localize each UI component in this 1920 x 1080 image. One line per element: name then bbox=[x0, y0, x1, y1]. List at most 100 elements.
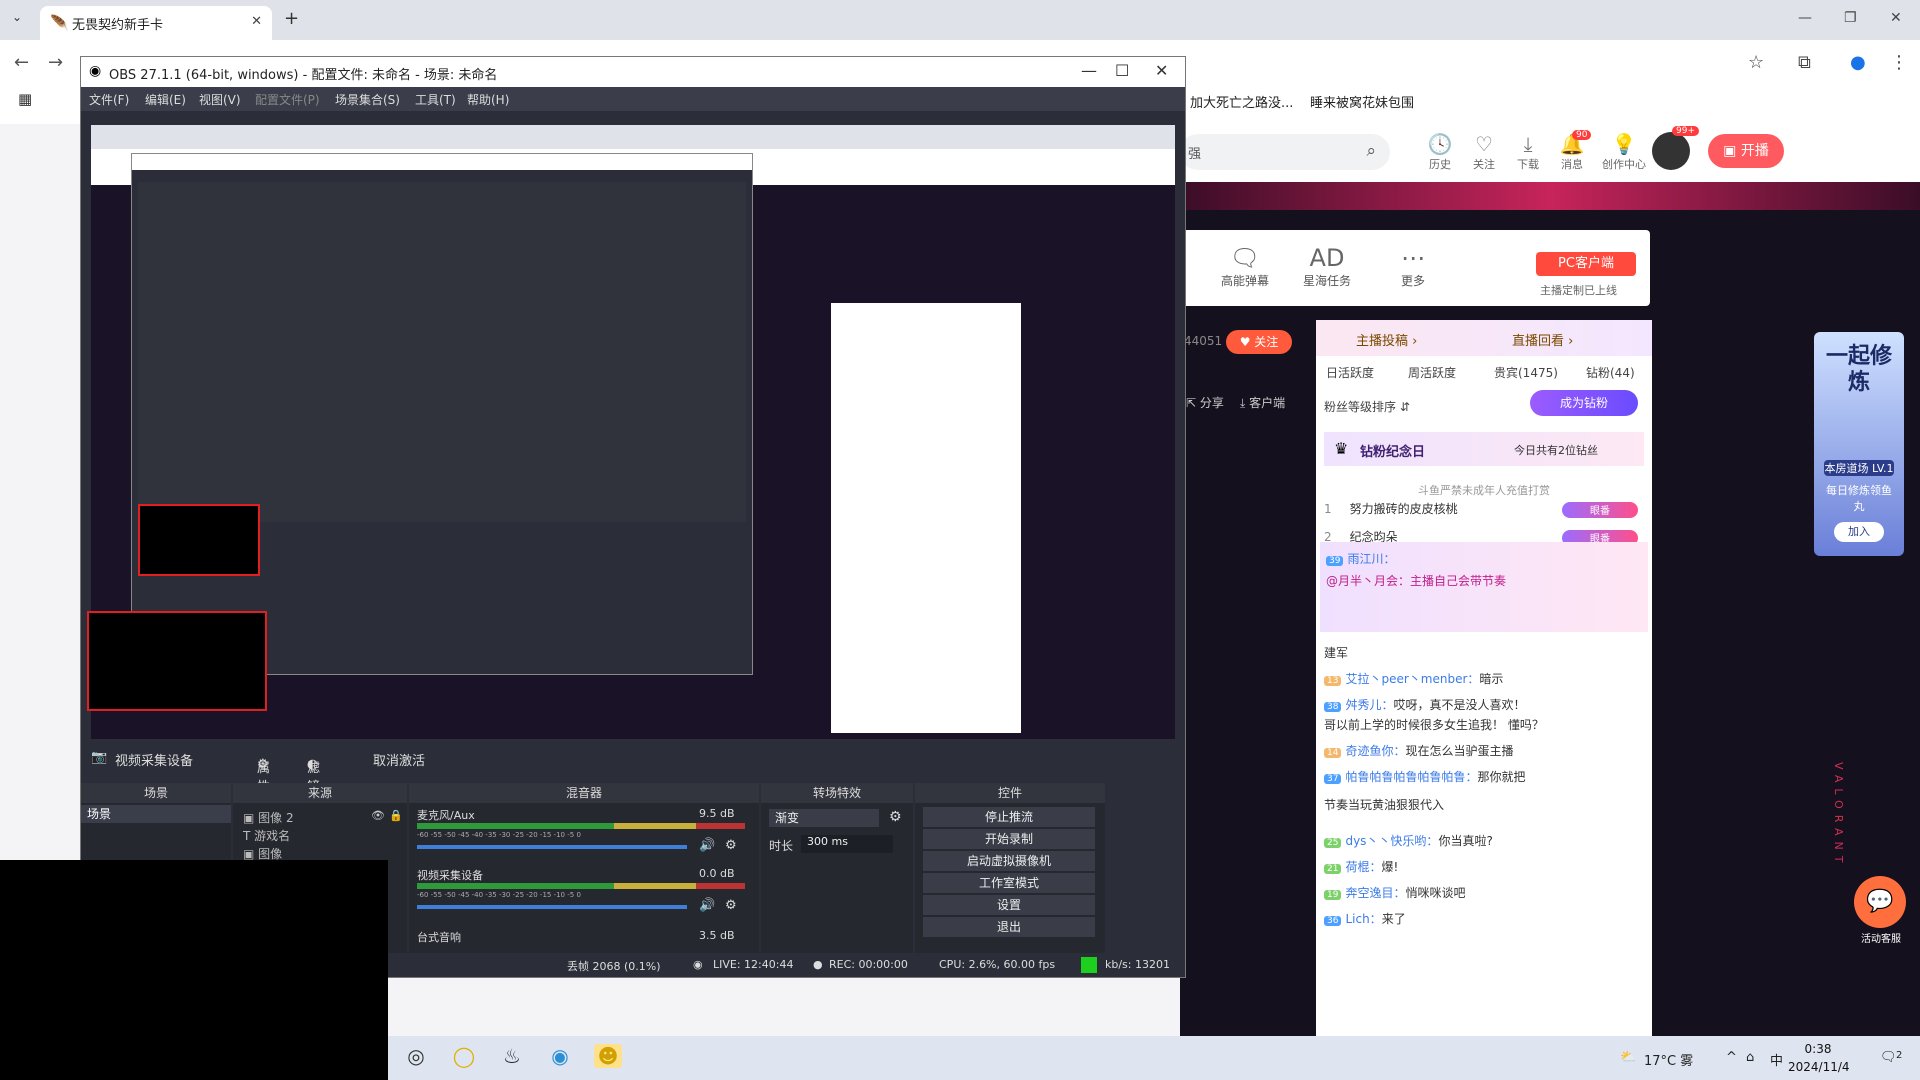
header-history[interactable]: 🕓 历史 bbox=[1420, 132, 1460, 172]
menu-edit[interactable]: 编辑(E) bbox=[145, 91, 186, 108]
source-item[interactable]: T 游戏名 bbox=[243, 827, 290, 844]
search-input[interactable]: 强 bbox=[1188, 143, 1201, 162]
bookmark-star-icon[interactable]: ☆ bbox=[1748, 52, 1764, 73]
tab-diamond[interactable]: 钻粉(44) bbox=[1586, 364, 1635, 381]
speaker-icon[interactable]: 🔊 bbox=[699, 898, 715, 913]
obs-title: OBS 27.1.1 (64-bit, windows) - 配置文件: 未命名… bbox=[109, 68, 498, 83]
lock-icon[interactable]: 🔒 bbox=[389, 809, 403, 822]
start-recording-button[interactable]: 开始录制 bbox=[923, 829, 1095, 849]
chat-user[interactable]: 艾拉丶peer丶menber： bbox=[1345, 672, 1479, 686]
share-button[interactable]: ⇱ 分享 bbox=[1186, 394, 1224, 411]
menu-file[interactable]: 文件(F) bbox=[89, 91, 129, 108]
browser-tab[interactable]: 🪶 无畏契约新手卡 ✕ bbox=[40, 6, 272, 40]
cultivate-promo[interactable]: 一起修炼 本房道场 LV.1 每日修炼领鱼丸 加入 bbox=[1814, 332, 1904, 556]
obs-taskbar-icon[interactable]: ◎ bbox=[402, 1044, 430, 1068]
settings-button[interactable]: 设置 bbox=[923, 895, 1095, 915]
scene-item[interactable]: 场景 bbox=[81, 805, 231, 823]
visibility-eye-icon[interactable]: 👁 bbox=[371, 809, 385, 822]
obs-maximize-icon[interactable]: ☐ bbox=[1115, 61, 1129, 80]
more-tool[interactable]: ⋯ 更多 bbox=[1378, 244, 1448, 289]
avatar[interactable] bbox=[1652, 132, 1690, 170]
chat-user[interactable]: 奇迹鱼你： bbox=[1345, 744, 1405, 758]
customer-service-button[interactable]: 💬 bbox=[1854, 876, 1906, 928]
chat-user[interactable]: 荷棍： bbox=[1345, 860, 1381, 874]
obs-preview[interactable] bbox=[87, 125, 1175, 739]
chat-user[interactable]: 帕鲁帕鲁帕鲁帕鲁帕鲁： bbox=[1345, 770, 1477, 784]
menu-profile[interactable]: 配置文件(P) bbox=[255, 91, 320, 108]
fan-sort[interactable]: 粉丝等级排序 ⇵ bbox=[1324, 398, 1410, 415]
tab-close-icon[interactable]: ✕ bbox=[251, 14, 262, 29]
gear-icon[interactable]: ⚙ bbox=[889, 809, 902, 825]
weather-icon[interactable]: ⛅ bbox=[1620, 1050, 1636, 1065]
tab-search-icon[interactable]: ⌄ bbox=[12, 10, 22, 24]
clock[interactable]: 0:38 2024/11/4 bbox=[1788, 1040, 1850, 1076]
forward-icon[interactable]: → bbox=[48, 52, 63, 73]
chat-user[interactable]: 舛秀儿： bbox=[1345, 698, 1393, 712]
obs-minimize-icon[interactable]: — bbox=[1081, 61, 1097, 80]
ime-indicator[interactable]: 中 bbox=[1770, 1050, 1783, 1069]
extensions-icon[interactable]: ⧉ bbox=[1798, 52, 1811, 73]
menu-tools[interactable]: 工具(T) bbox=[415, 91, 456, 108]
network-icon[interactable]: ⌂ bbox=[1746, 1050, 1754, 1065]
promo-join-button[interactable]: 加入 bbox=[1834, 522, 1884, 542]
browser-menu-icon[interactable]: ⋮ bbox=[1890, 52, 1908, 73]
menu-view[interactable]: 视图(V) bbox=[199, 91, 241, 108]
back-icon[interactable]: ← bbox=[14, 52, 29, 73]
chat-user[interactable]: dys丶丶快乐哟： bbox=[1345, 834, 1438, 848]
speaker-icon[interactable]: 🔊 bbox=[699, 838, 715, 853]
apps-grid-icon[interactable]: ▦ bbox=[18, 90, 32, 108]
barrage-tool[interactable]: 🗨 高能弹幕 bbox=[1210, 244, 1280, 289]
volume-slider[interactable] bbox=[417, 845, 687, 849]
menu-scene-collection[interactable]: 场景集合(S) bbox=[335, 91, 400, 108]
douyu-taskbar-icon[interactable]: ☻ bbox=[594, 1044, 622, 1068]
header-creator[interactable]: 💡 创作中心 bbox=[1596, 132, 1652, 172]
header-download[interactable]: ⤓ 下载 bbox=[1508, 132, 1548, 172]
obs-close-icon[interactable]: ✕ bbox=[1155, 61, 1168, 80]
capture-selection-box[interactable] bbox=[87, 611, 267, 711]
tray-expand-icon[interactable]: ^ bbox=[1726, 1050, 1737, 1065]
anniversary-bar[interactable]: ♛ 钻粉纪念日 今日共有2位钻丝 bbox=[1324, 432, 1644, 466]
search-icon[interactable]: ⌕ bbox=[1366, 141, 1376, 161]
studio-mode-button[interactable]: 工作室模式 bbox=[923, 873, 1095, 893]
ad-task-tool[interactable]: AD 星海任务 bbox=[1292, 244, 1362, 289]
notification-icon[interactable]: 🗨 bbox=[1880, 1050, 1897, 1065]
volume-slider[interactable] bbox=[417, 905, 687, 909]
rank-item[interactable]: 1 努力搬砖的皮皮核桃 bbox=[1324, 500, 1458, 517]
start-stream-button[interactable]: ▣ 开播 bbox=[1708, 134, 1784, 168]
menu-help[interactable]: 帮助(H) bbox=[467, 91, 509, 108]
pc-client-button[interactable]: PC客户端 bbox=[1536, 252, 1636, 276]
stop-streaming-button[interactable]: 停止推流 bbox=[923, 807, 1095, 827]
streamer-posts-link[interactable]: 主播投稿 › bbox=[1356, 330, 1417, 349]
new-tab-icon[interactable]: + bbox=[284, 8, 299, 29]
gear-icon[interactable]: ⚙ bbox=[725, 898, 737, 913]
gear-icon[interactable]: ⚙ bbox=[725, 838, 737, 853]
replay-link[interactable]: 直播回看 › bbox=[1512, 330, 1573, 349]
exit-button[interactable]: 退出 bbox=[923, 917, 1095, 937]
chat-user[interactable]: 奔空逸目： bbox=[1345, 886, 1405, 900]
app-blue-taskbar-icon[interactable]: ◉ bbox=[546, 1044, 574, 1068]
chat-user[interactable]: Lich： bbox=[1345, 912, 1381, 926]
tab-vip[interactable]: 贵宾(1475) bbox=[1494, 364, 1558, 381]
profile-icon[interactable]: ● bbox=[1850, 52, 1866, 73]
virtual-camera-button[interactable]: 启动虚拟摄像机 bbox=[923, 851, 1095, 871]
tab-daily[interactable]: 日活跃度 bbox=[1326, 364, 1374, 381]
chat-user[interactable]: 雨江川： bbox=[1347, 552, 1395, 566]
follow-button[interactable]: ♥ 关注 bbox=[1226, 330, 1292, 354]
bookmark-item[interactable]: 加大死亡之路没... bbox=[1190, 92, 1293, 111]
search-box[interactable]: 强 ⌕ bbox=[1180, 134, 1390, 170]
transition-select[interactable]: 渐变 bbox=[769, 809, 879, 827]
minimize-icon[interactable]: — bbox=[1798, 10, 1812, 26]
close-window-icon[interactable]: ✕ bbox=[1890, 10, 1902, 26]
tab-weekly[interactable]: 周活跃度 bbox=[1408, 364, 1456, 381]
become-diamond-button[interactable]: 成为钻粉 bbox=[1530, 390, 1638, 416]
steam-taskbar-icon[interactable]: ♨ bbox=[498, 1044, 526, 1068]
client-button[interactable]: ⤓ 客户端 bbox=[1240, 394, 1285, 411]
deactivate-button[interactable]: 取消激活 bbox=[373, 750, 425, 769]
app-taskbar-icon[interactable]: ◯ bbox=[450, 1044, 478, 1068]
bookmark-item[interactable]: 睡来被窝花妹包围 bbox=[1310, 92, 1414, 111]
weather-text[interactable]: 17°C 雾 bbox=[1644, 1050, 1693, 1069]
duration-field[interactable]: 300 ms bbox=[801, 835, 893, 853]
restore-icon[interactable]: ❐ bbox=[1844, 10, 1857, 26]
header-follow[interactable]: ♡ 关注 bbox=[1464, 132, 1504, 172]
source-item[interactable]: ▣ 图像 2 bbox=[243, 809, 294, 826]
